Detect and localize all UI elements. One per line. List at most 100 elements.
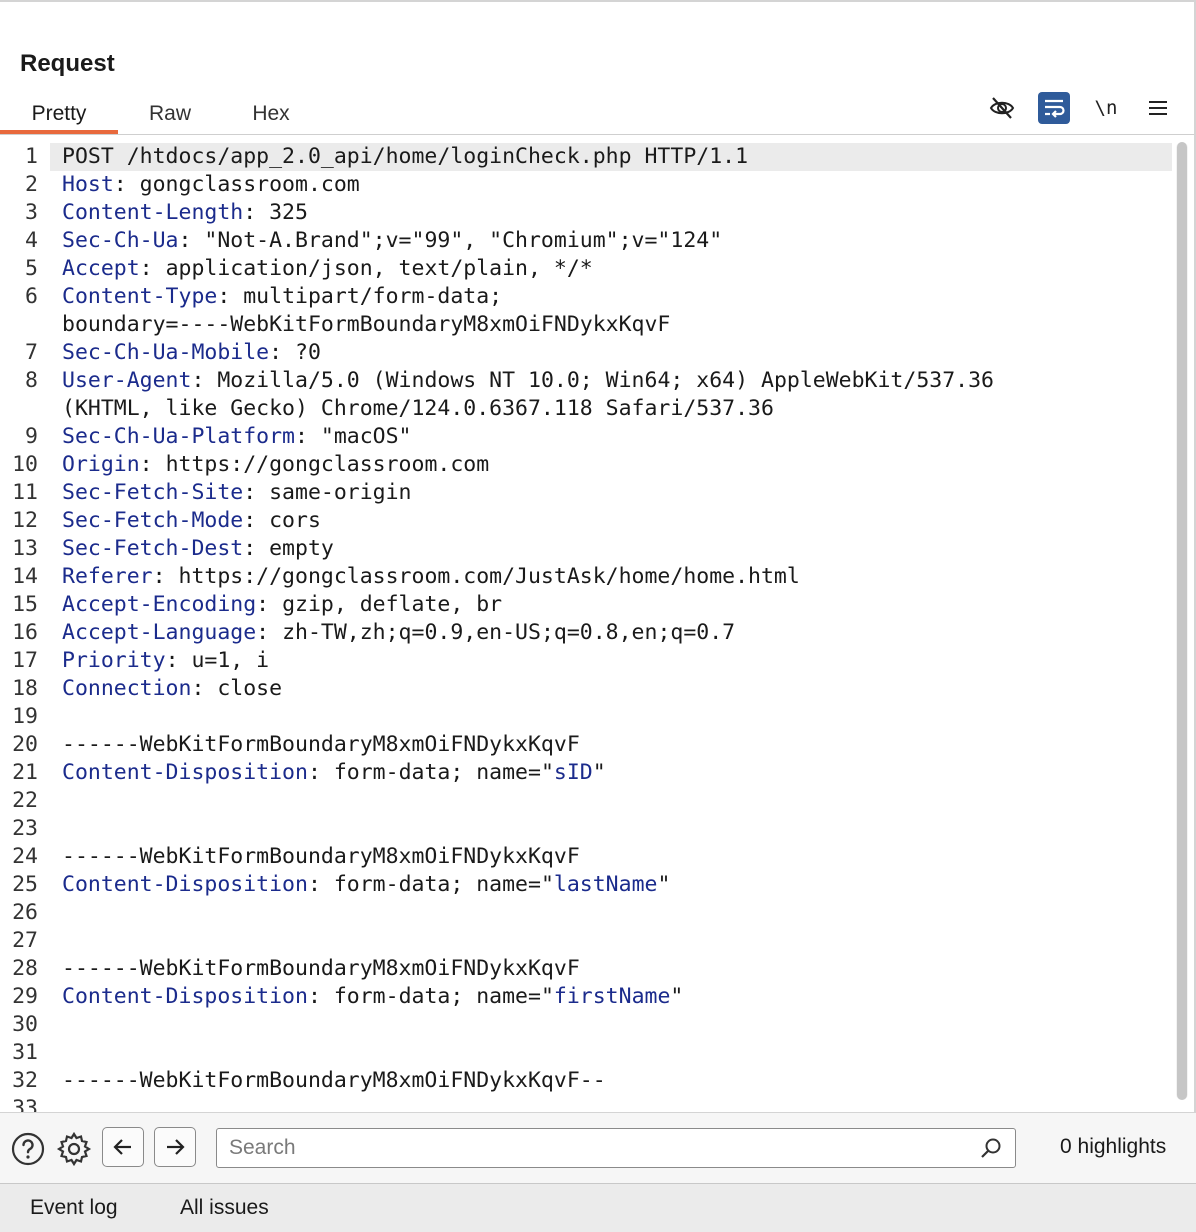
line-content: Content-Disposition: form-data; name="la… (62, 871, 670, 899)
line-number: 5 (25, 256, 38, 281)
settings-button[interactable] (56, 1131, 92, 1167)
line-content: Sec-Ch-Ua: "Not-A.Brand";v="99", "Chromi… (62, 227, 722, 255)
search-bar: 0 highlights (0, 1113, 1196, 1183)
header-separator: : (243, 508, 270, 533)
header-value: Mozilla/5.0 (Windows NT 10.0; Win64; x64… (217, 368, 994, 393)
line-content: Content-Disposition: form-data; name="fi… (62, 983, 683, 1011)
header-value: gongclassroom.com (139, 172, 360, 197)
line-number: 18 (12, 676, 38, 701)
header-name: Connection (62, 676, 192, 701)
header-name: Sec-Ch-Ua-Mobile (62, 340, 270, 365)
tab-hex[interactable]: Hex (222, 94, 320, 134)
line-number: 10 (12, 452, 38, 477)
header-value: gzip, deflate, br (282, 592, 503, 617)
header-separator: : (243, 480, 270, 505)
header-separator: : (217, 284, 244, 309)
line-content: Content-Length: 325 (62, 199, 308, 227)
hide-non-printable-button[interactable] (986, 92, 1018, 124)
header-name: Priority (62, 648, 166, 673)
header-separator: : (178, 228, 205, 253)
show-newlines-button[interactable]: \n (1090, 92, 1122, 124)
header-separator: : (139, 452, 166, 477)
view-tabs: Pretty Raw Hex (0, 94, 320, 134)
tab-pretty[interactable]: Pretty (0, 94, 118, 134)
line-content: ------WebKitFormBoundaryM8xmOiFNDykxKqvF (62, 843, 580, 871)
editor-toolbar: \n (986, 92, 1174, 124)
header-value: same-origin (269, 480, 412, 505)
line-number: 31 (12, 1040, 38, 1065)
status-bar: Event log All issues (0, 1184, 1196, 1232)
form-field-name: firstName (553, 984, 671, 1009)
header-separator: : (243, 200, 270, 225)
header-separator: : (243, 536, 270, 561)
header-value: ------WebKitFormBoundaryM8xmOiFNDykxKqvF… (62, 1068, 606, 1093)
tab-raw[interactable]: Raw (118, 94, 222, 134)
header-name: Accept-Encoding (62, 592, 257, 617)
line-content: Sec-Fetch-Site: same-origin (62, 479, 412, 507)
line-content: Accept-Language: zh-TW,zh;q=0.9,en-US;q=… (62, 619, 735, 647)
search-icon[interactable] (979, 1136, 1003, 1160)
line-number: 32 (12, 1068, 38, 1093)
line-number: 20 (12, 732, 38, 757)
line-content: ------WebKitFormBoundaryM8xmOiFNDykxKqvF… (62, 1067, 606, 1095)
line-number: 29 (12, 984, 38, 1009)
line-content: Sec-Fetch-Mode: cors (62, 507, 321, 535)
line-content: Referer: https://gongclassroom.com/JustA… (62, 563, 800, 591)
line-number: 22 (12, 788, 38, 813)
header-value: ------WebKitFormBoundaryM8xmOiFNDykxKqvF (62, 732, 580, 757)
hamburger-menu-icon (1149, 101, 1167, 115)
header-name: Accept-Language (62, 620, 257, 645)
menu-button[interactable] (1142, 92, 1174, 124)
header-name: Content-Type (62, 284, 218, 309)
search-field[interactable] (216, 1128, 1016, 1168)
all-issues-tab[interactable]: All issues (180, 1196, 269, 1220)
header-name: Sec-Ch-Ua (62, 228, 179, 253)
highlights-count: 0 highlights (1060, 1135, 1167, 1158)
event-log-tab[interactable]: Event log (30, 1196, 118, 1220)
line-content: boundary=----WebKitFormBoundaryM8xmOiFND… (62, 311, 670, 339)
line-number: 12 (12, 508, 38, 533)
line-content: Origin: https://gongclassroom.com (62, 451, 489, 479)
line-number: 33 (12, 1096, 38, 1112)
header-separator: : (113, 172, 140, 197)
eye-slash-icon (989, 97, 1015, 119)
form-field-name: lastName (553, 872, 658, 897)
header-value: https://gongclassroom.com/JustAsk/home/h… (178, 564, 800, 589)
line-number: 15 (12, 592, 38, 617)
wrap-lines-button[interactable] (1038, 92, 1070, 124)
header-value: zh-TW,zh;q=0.9,en-US;q=0.8,en;q=0.7 (282, 620, 736, 645)
line-content: ------WebKitFormBoundaryM8xmOiFNDykxKqvF (62, 955, 580, 983)
search-input[interactable] (229, 1129, 969, 1166)
line-number: 30 (12, 1012, 38, 1037)
header-name: Sec-Fetch-Dest (62, 536, 244, 561)
line-content: Connection: close (62, 675, 282, 703)
header-name: Content-Disposition (62, 984, 308, 1009)
help-button[interactable] (10, 1131, 46, 1167)
previous-match-button[interactable] (102, 1127, 144, 1167)
settings-gear-icon (56, 1131, 92, 1167)
header-separator: : (307, 872, 334, 897)
line-number: 26 (12, 900, 38, 925)
next-match-button[interactable] (154, 1127, 196, 1167)
header-separator: : (295, 424, 321, 449)
line-number: 23 (12, 816, 38, 841)
header-name: Sec-Ch-Ua-Platform (62, 424, 295, 449)
header-value: boundary=----WebKitFormBoundaryM8xmOiFND… (62, 312, 671, 337)
header-separator: : (307, 984, 334, 1009)
panel-title: Request (20, 50, 115, 77)
editor-scrollbar[interactable] (1176, 142, 1188, 1100)
editor-scrollbar-thumb[interactable] (1177, 142, 1187, 1100)
line-content: Priority: u=1, i (62, 647, 269, 675)
line-number: 16 (12, 620, 38, 645)
header-name: Sec-Fetch-Mode (62, 508, 244, 533)
header-separator: : (139, 256, 166, 281)
line-number: 17 (12, 648, 38, 673)
quote-close: " (670, 984, 684, 1009)
line-number: 4 (25, 228, 38, 253)
quote-close: " (592, 760, 606, 785)
line-content: Sec-Fetch-Dest: empty (62, 535, 334, 563)
line-content: (KHTML, like Gecko) Chrome/124.0.6367.11… (62, 395, 774, 423)
header-separator: : (152, 564, 179, 589)
request-editor[interactable]: 1 POST /htdocs/app_2.0_api/home/loginChec… (0, 140, 1174, 1112)
header-separator: : (191, 368, 218, 393)
